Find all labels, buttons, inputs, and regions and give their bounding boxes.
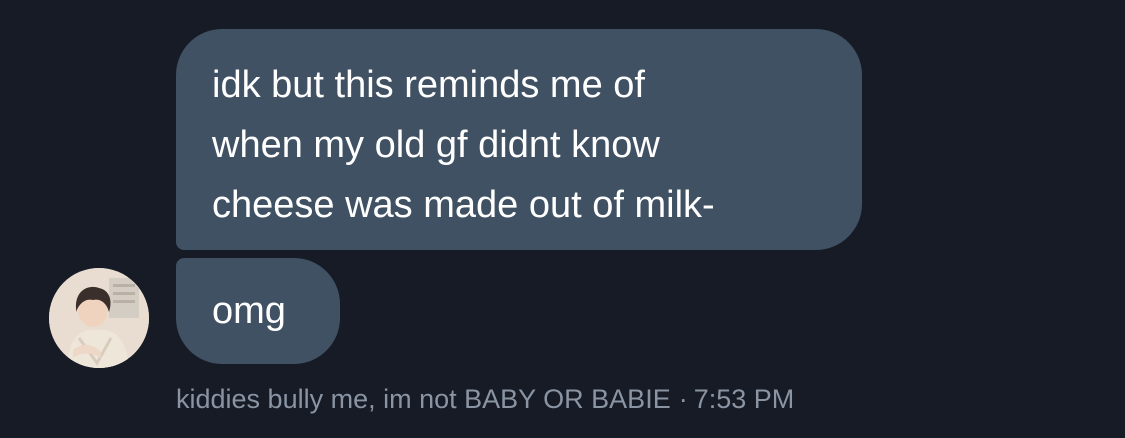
separator: · [678,384,688,414]
sender-name[interactable]: kiddies bully me, im not BABY OR BABIE [176,384,671,414]
message-bubble[interactable]: omg [176,258,340,364]
message-bubble[interactable]: idk but this reminds me of when my old g… [176,29,862,250]
avatar[interactable] [49,268,149,368]
message-meta: kiddies bully me, im not BABY OR BABIE · 7… [176,384,794,415]
message-line: omg [212,290,286,332]
message-line: idk but this reminds me of [212,64,645,106]
timestamp: 7:53 PM [693,384,795,414]
profile-photo-icon [49,268,149,368]
message-line: cheese was made out of milk- [212,184,715,226]
message-line: when my old gf didnt know [212,124,660,166]
message-thread: idk but this reminds me of when my old g… [0,0,1125,438]
